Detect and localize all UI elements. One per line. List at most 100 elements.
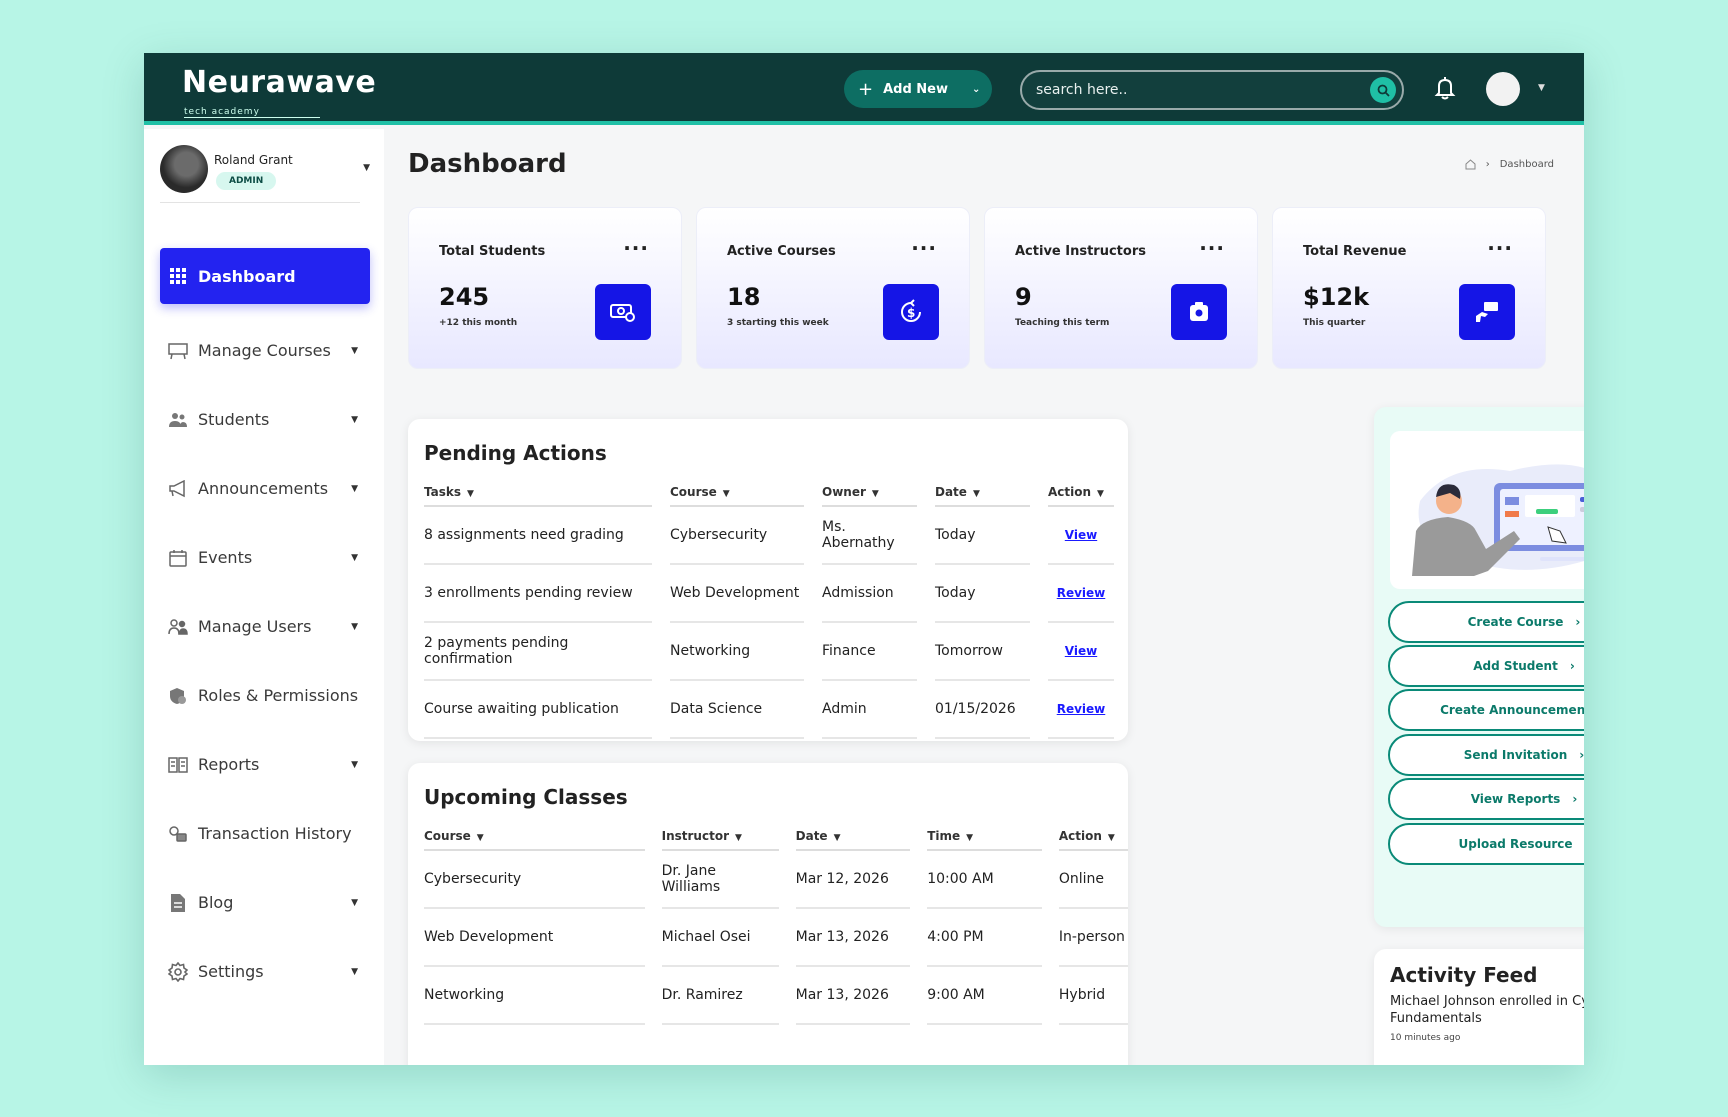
more-options-icon[interactable]: ···: [911, 236, 937, 260]
top-bar: Neurawave tech academy + Add New ⌄ ▼: [144, 53, 1584, 125]
svg-text:$: $: [907, 306, 915, 320]
sidebar-item-settings[interactable]: Settings ▼: [160, 937, 370, 1006]
upcoming-classes-table: Course ▼ Instructor ▼ Date ▼ Time ▼ Action ▼ …: [424, 823, 1128, 1025]
activity-feed-card: Activity Feed Michael Johnson enrolled i…: [1374, 949, 1584, 1065]
add-new-button[interactable]: + Add New ⌄: [844, 70, 992, 108]
column-gap: [779, 851, 796, 909]
more-options-icon[interactable]: ···: [1199, 236, 1225, 260]
sidebar-item-dashboard[interactable]: Dashboard: [160, 248, 370, 304]
column-header-action[interactable]: Action ▼: [1058, 823, 1128, 851]
search-button[interactable]: [1370, 77, 1396, 103]
table-row: Cybersecurity Dr. Jane Williams Mar 12, …: [424, 851, 1128, 909]
column-gap: [645, 851, 662, 909]
course-cell: Web Development: [424, 909, 645, 967]
header-label: Course: [424, 829, 471, 843]
more-options-icon[interactable]: ···: [623, 236, 649, 260]
sort-icon: ▼: [871, 489, 879, 499]
sort-icon: ▼: [1107, 833, 1115, 843]
search-input[interactable]: [1036, 82, 1356, 98]
task-cell: 8 assignments need grading: [424, 507, 652, 565]
chevron-down-icon[interactable]: ▼: [363, 163, 370, 173]
view-reports-button[interactable]: View Reports ›: [1388, 778, 1584, 820]
logo[interactable]: Neurawave tech academy: [182, 67, 376, 118]
column-header-action[interactable]: Action ▼: [1048, 479, 1114, 507]
sidebar-item-label: Transaction History: [198, 824, 352, 843]
sidebar-item-blog[interactable]: Blog ▼: [160, 868, 370, 937]
send-invitation-button[interactable]: Send Invitation ›: [1388, 734, 1584, 776]
sidebar-item-label: Reports: [198, 755, 260, 774]
chevron-right-icon: ›: [1575, 615, 1581, 629]
create-course-button[interactable]: Create Course ›: [1388, 601, 1584, 643]
sidebar-item-reports[interactable]: Reports ▼: [160, 730, 370, 799]
search-icon: [1377, 84, 1390, 97]
user-profile[interactable]: Roland Grant ADMIN ▼: [160, 145, 370, 197]
column-gap: [1030, 623, 1048, 681]
column-gap: [652, 681, 670, 739]
sidebar-item-transaction-history[interactable]: Transaction History: [160, 799, 370, 868]
column-gap: [779, 967, 796, 1025]
column-gap: [910, 909, 927, 967]
column-gap: [917, 507, 935, 565]
stat-label: Active Courses: [727, 244, 836, 259]
column-header-date[interactable]: Date ▼: [935, 479, 1030, 507]
column-header-instructor[interactable]: Instructor ▼: [661, 823, 779, 851]
user-avatar[interactable]: [1486, 72, 1520, 106]
mode-cell: Online: [1058, 851, 1128, 909]
sidebar-item-roles-permissions[interactable]: Roles & Permissions: [160, 661, 370, 730]
header-label: Date: [795, 829, 828, 843]
camera-icon: [1171, 284, 1227, 340]
home-icon[interactable]: [1465, 159, 1476, 170]
column-gap: [910, 823, 927, 851]
chevron-right-icon: ›: [1572, 792, 1578, 806]
view-link[interactable]: View: [1048, 623, 1114, 681]
column-header-time[interactable]: Time ▼: [927, 823, 1043, 851]
column-header-date[interactable]: Date ▼: [795, 823, 911, 851]
page-title: Dashboard: [408, 149, 567, 179]
upcoming-classes-card: Upcoming Classes Course ▼ Instructor ▼ Dat…: [408, 763, 1128, 1065]
sidebar-item-manage-courses[interactable]: Manage Courses ▼: [160, 316, 370, 385]
sidebar-item-events[interactable]: Events ▼: [160, 523, 370, 592]
sidebar-nav: Dashboard Manage Courses ▼ Students ▼ An…: [160, 248, 370, 1006]
chevron-down-icon: ▼: [351, 483, 358, 494]
sidebar-item-manage-users[interactable]: Manage Users ▼: [160, 592, 370, 661]
sort-icon: ▼: [722, 489, 730, 499]
column-header-owner[interactable]: Owner ▼: [822, 479, 917, 507]
column-gap: [652, 479, 670, 507]
column-header-course[interactable]: Course ▼: [424, 823, 645, 851]
shield-icon: [168, 686, 188, 706]
header-label: Owner: [822, 485, 866, 499]
stat-card-total-students: Total Students ··· 245 +12 this month: [408, 207, 682, 369]
more-options-icon[interactable]: ···: [1487, 236, 1513, 260]
pending-actions-table: Tasks ▼ Course ▼ Owner ▼ Date ▼ Action ▼ 8 as…: [424, 479, 1114, 739]
column-header-tasks[interactable]: Tasks ▼: [424, 479, 652, 507]
stat-subtext: Teaching this term: [1015, 318, 1110, 328]
column-header-course[interactable]: Course ▼: [670, 479, 804, 507]
upload-resource-button[interactable]: Upload Resource›: [1388, 823, 1584, 865]
column-gap: [1042, 967, 1059, 1025]
sidebar-item-label: Manage Courses: [198, 341, 331, 360]
button-label: Add Student: [1473, 659, 1558, 673]
notification-bell-icon[interactable]: [1434, 75, 1456, 105]
sidebar-item-label: Announcements: [198, 479, 329, 498]
create-announcement-button[interactable]: Create Announcement›: [1388, 689, 1584, 731]
document-icon: [168, 893, 188, 913]
add-student-button[interactable]: Add Student ›: [1388, 645, 1584, 687]
sidebar-item-label: Students: [198, 410, 270, 429]
sidebar-item-label: Blog: [198, 893, 234, 912]
view-link[interactable]: View: [1048, 507, 1114, 565]
review-link[interactable]: Review: [1048, 565, 1114, 623]
button-label: View Reports: [1470, 792, 1561, 806]
column-gap: [804, 681, 822, 739]
sort-icon: ▼: [1097, 489, 1104, 499]
stat-value: 245: [439, 283, 490, 311]
stat-card-total-revenue: Total Revenue ··· $12k This quarter: [1272, 207, 1546, 369]
add-new-label: Add New: [883, 81, 948, 97]
column-gap: [917, 565, 935, 623]
chevron-down-icon[interactable]: ▼: [1538, 83, 1545, 93]
column-gap: [804, 507, 822, 565]
sidebar-item-announcements[interactable]: Announcements ▼: [160, 454, 370, 523]
header-label: Instructor: [661, 829, 729, 843]
students-icon: [168, 410, 188, 430]
sidebar-item-students[interactable]: Students ▼: [160, 385, 370, 454]
review-link[interactable]: Review: [1048, 681, 1114, 739]
